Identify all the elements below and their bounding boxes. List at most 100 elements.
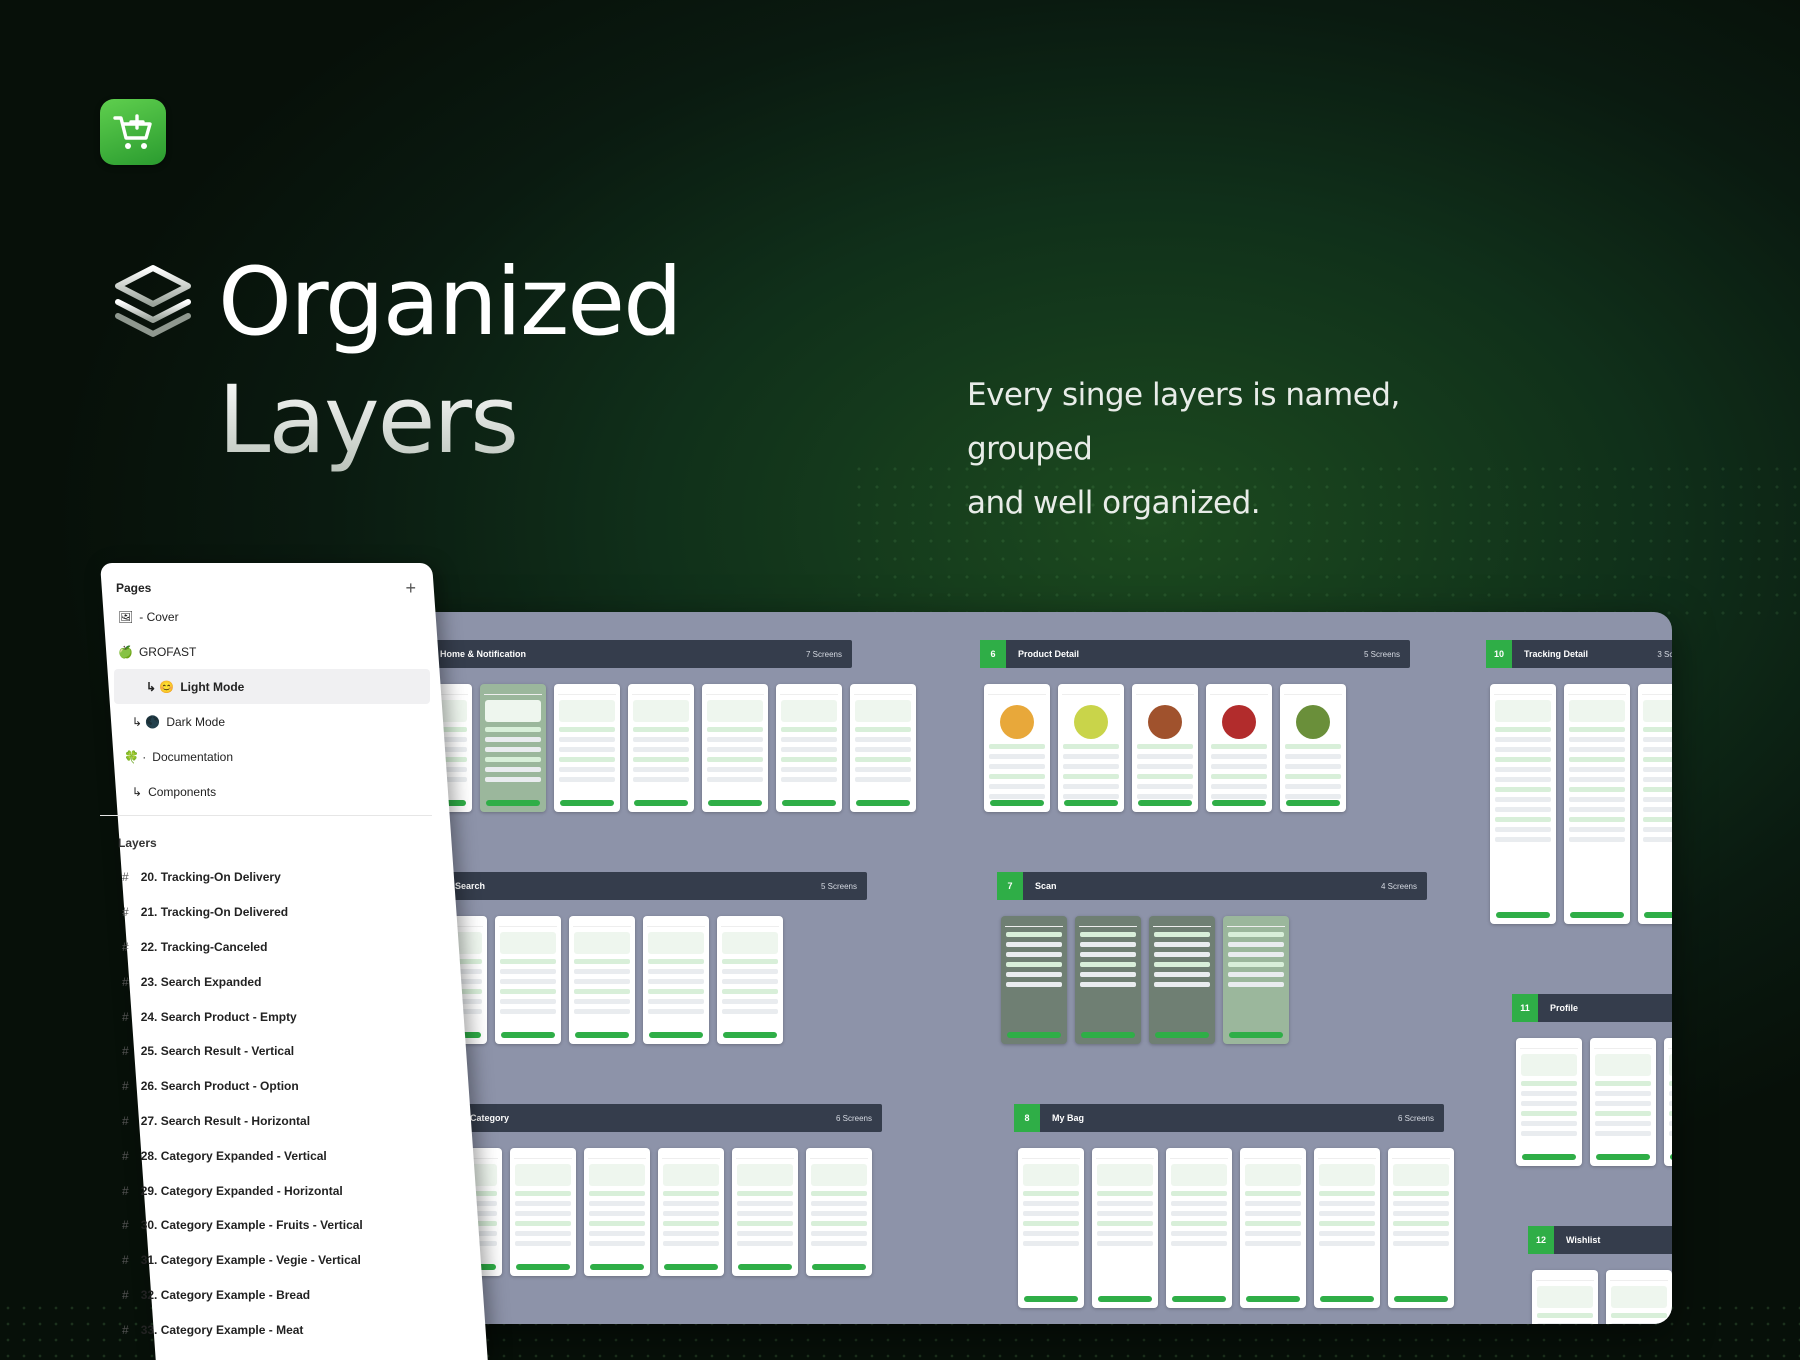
layer-item[interactable]: #22. Tracking-Canceled bbox=[100, 930, 432, 965]
frame-icon: # bbox=[122, 1183, 129, 1198]
screen-thumbnail[interactable] bbox=[850, 684, 916, 812]
layer-item[interactable]: #31. Category Example - Vegie - Vertical bbox=[100, 1243, 432, 1278]
section-count: 3 Scr bbox=[1657, 649, 1672, 659]
screen-thumbnail[interactable] bbox=[1590, 1038, 1656, 1166]
screen-thumbnail[interactable] bbox=[1664, 1038, 1672, 1166]
page-item[interactable]: 🖼 - Cover bbox=[100, 599, 432, 634]
section-header[interactable]: 11Profile3 Scr bbox=[1512, 994, 1672, 1022]
section-header[interactable]: 3Home & Notification7 Screens bbox=[402, 640, 852, 668]
page-item[interactable]: ↳ 😊 Light Mode bbox=[114, 669, 430, 704]
screen-thumbnail[interactable] bbox=[480, 684, 546, 812]
section-header[interactable]: 5Category6 Screens bbox=[432, 1104, 882, 1132]
screen-thumbnail[interactable] bbox=[1092, 1148, 1158, 1308]
screen-thumbnail[interactable] bbox=[732, 1148, 798, 1276]
section-header[interactable]: 12Wishlist3 Scr bbox=[1528, 1226, 1672, 1254]
screen-thumbnail[interactable] bbox=[806, 1148, 872, 1276]
screen-thumbnail[interactable] bbox=[717, 916, 783, 1044]
screen-thumbnail[interactable] bbox=[1058, 684, 1124, 812]
page-icon: ↳ bbox=[132, 784, 143, 799]
page-icon: 🍀 · bbox=[124, 749, 147, 764]
page-item[interactable]: ↳ 🌑 Dark Mode bbox=[100, 704, 432, 739]
screen-thumbnail[interactable] bbox=[1532, 1270, 1598, 1324]
section-title: Category bbox=[470, 1113, 510, 1123]
layer-item[interactable]: #24. Search Product - Empty bbox=[100, 999, 432, 1034]
layer-item[interactable]: #32. Category Example - Bread bbox=[100, 1278, 432, 1313]
layer-item[interactable]: #28. Category Expanded - Vertical bbox=[100, 1138, 432, 1173]
section-number: 7 bbox=[997, 872, 1023, 900]
frame-icon: # bbox=[122, 870, 129, 885]
layer-item[interactable]: #25. Search Result - Vertical bbox=[100, 1034, 432, 1069]
layer-item[interactable]: #21. Tracking-On Delivered bbox=[100, 895, 432, 930]
screen-thumbnail[interactable] bbox=[554, 684, 620, 812]
section-count: 7 Screens bbox=[805, 649, 842, 659]
screen-thumbnail[interactable] bbox=[628, 684, 694, 812]
frame-icon: # bbox=[122, 1322, 129, 1337]
screen-thumbnail[interactable] bbox=[1149, 916, 1215, 1044]
section-number: 8 bbox=[1014, 1104, 1040, 1132]
section-title: Product Detail bbox=[1018, 649, 1080, 659]
screen-thumbnail[interactable] bbox=[1001, 916, 1067, 1044]
screen-thumbnail[interactable] bbox=[1240, 1148, 1306, 1308]
layer-item[interactable]: #26. Search Product - Option bbox=[100, 1069, 432, 1104]
frame-icon: # bbox=[122, 1218, 129, 1233]
layer-item[interactable]: #33. Category Example - Meat bbox=[100, 1312, 432, 1347]
layer-item[interactable]: #30. Category Example - Fruits - Vertica… bbox=[100, 1208, 432, 1243]
screen-thumbnail[interactable] bbox=[569, 916, 635, 1044]
page-item[interactable]: 🍏 GROFAST bbox=[100, 634, 432, 669]
screen-thumbnail[interactable] bbox=[510, 1148, 576, 1276]
layer-item[interactable]: #20. Tracking-On Delivery bbox=[100, 860, 432, 895]
add-page-button[interactable]: + bbox=[405, 578, 416, 599]
screen-thumbnail[interactable] bbox=[1606, 1270, 1672, 1324]
screen-thumbnail[interactable] bbox=[495, 916, 561, 1044]
screen-thumbnail[interactable] bbox=[1132, 684, 1198, 812]
page-label: Dark Mode bbox=[166, 714, 226, 729]
layer-label: 21. Tracking-On Delivered bbox=[140, 905, 289, 920]
section-number: 6 bbox=[980, 640, 1006, 668]
layer-item[interactable]: #29. Category Expanded - Horizontal bbox=[100, 1173, 432, 1208]
pages-list: 🖼 - Cover 🍏 GROFAST ↳ 😊 Light Mode ↳ 🌑 Dark Mod… bbox=[100, 599, 432, 809]
section-header[interactable]: 7 Scan 4 Screens bbox=[997, 872, 1427, 900]
section-header[interactable]: 4Search5 Screens bbox=[417, 872, 867, 900]
frame-icon: # bbox=[122, 1148, 129, 1163]
screen-thumbnail[interactable] bbox=[1388, 1148, 1454, 1308]
section-header[interactable]: 8 My Bag 6 Screens bbox=[1014, 1104, 1444, 1132]
screen-thumbnail[interactable] bbox=[643, 916, 709, 1044]
page-label: Light Mode bbox=[180, 679, 245, 694]
section-header[interactable]: 10 Tracking Detail 3 Scr bbox=[1486, 640, 1672, 668]
screen-thumbnail[interactable] bbox=[776, 684, 842, 812]
screen-thumbnail[interactable] bbox=[1516, 1038, 1582, 1166]
tagline-line2: and well organized. bbox=[967, 485, 1261, 521]
screen-thumbnail[interactable] bbox=[1564, 684, 1630, 924]
pages-layers-panel: Pages + 🖼 - Cover 🍏 GROFAST ↳ 😊 Light Mode ↳ 🌑… bbox=[100, 563, 488, 1360]
page-item[interactable]: 🍀 · Documentation bbox=[100, 739, 432, 774]
section-count: 4 Screens bbox=[1380, 881, 1417, 891]
screen-thumbnail[interactable] bbox=[658, 1148, 724, 1276]
frame-icon: # bbox=[122, 1079, 129, 1094]
layer-label: 20. Tracking-On Delivery bbox=[140, 870, 281, 885]
design-canvas[interactable]: 3Home & Notification7 Screens 4Search5 Sc… bbox=[372, 612, 1672, 1324]
screen-thumbnail[interactable] bbox=[702, 684, 768, 812]
screen-thumbnail[interactable] bbox=[1206, 684, 1272, 812]
screen-thumbnail[interactable] bbox=[584, 1148, 650, 1276]
section-number: 12 bbox=[1528, 1226, 1554, 1254]
screen-thumbnail[interactable] bbox=[1166, 1148, 1232, 1308]
panel-divider bbox=[100, 815, 432, 816]
screen-thumbnail[interactable] bbox=[1018, 1148, 1084, 1308]
screen-thumbnail[interactable] bbox=[1638, 684, 1672, 924]
layer-label: 23. Search Expanded bbox=[140, 974, 262, 989]
layers-header: Layers bbox=[118, 836, 157, 850]
layer-label: 31. Category Example - Vegie - Vertical bbox=[140, 1253, 361, 1268]
page-item[interactable]: ↳ Components bbox=[100, 774, 432, 809]
screen-thumbnail[interactable] bbox=[1314, 1148, 1380, 1308]
section-header[interactable]: 6 Product Detail 5 Screens bbox=[980, 640, 1410, 668]
screen-thumbnail[interactable] bbox=[984, 684, 1050, 812]
stacked-layers-icon bbox=[115, 265, 191, 337]
screen-thumbnail[interactable] bbox=[1280, 684, 1346, 812]
screen-thumbnail[interactable] bbox=[1490, 684, 1556, 924]
layer-item[interactable]: #23. Search Expanded bbox=[100, 964, 432, 999]
frame-icon: # bbox=[122, 1113, 129, 1128]
layer-label: 28. Category Expanded - Vertical bbox=[140, 1148, 327, 1163]
screen-thumbnail[interactable] bbox=[1223, 916, 1289, 1044]
screen-thumbnail[interactable] bbox=[1075, 916, 1141, 1044]
layer-item[interactable]: #27. Search Result - Horizontal bbox=[100, 1104, 432, 1139]
